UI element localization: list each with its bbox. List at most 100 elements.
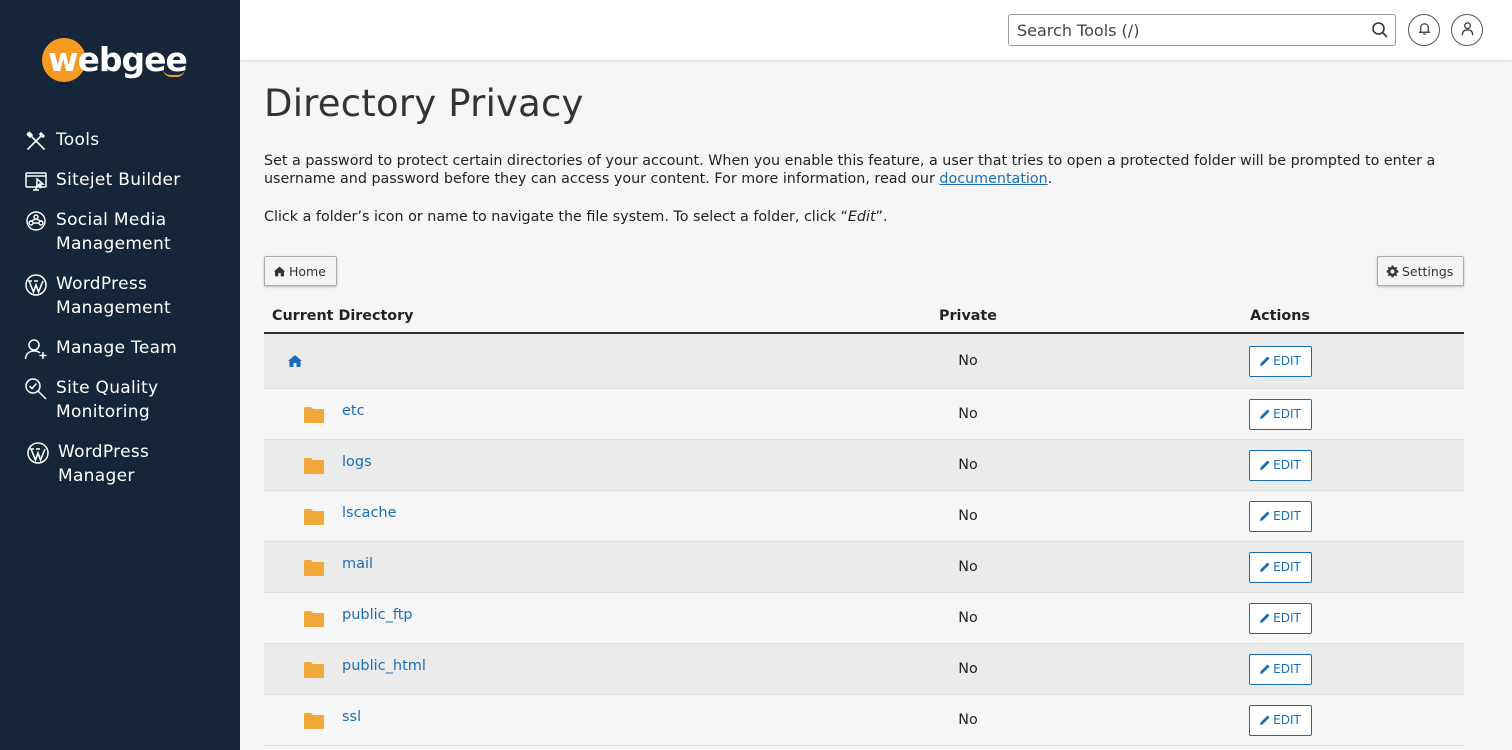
folder-icon[interactable] — [304, 559, 324, 576]
column-header-directory: Current Directory — [272, 308, 414, 324]
directory-link[interactable]: mail — [342, 556, 373, 572]
wordpress-icon — [24, 273, 48, 297]
pencil-icon — [1260, 409, 1270, 419]
search-input[interactable] — [1009, 15, 1349, 45]
edit-button[interactable]: EDIT — [1248, 449, 1312, 481]
folder-icon[interactable] — [304, 508, 324, 525]
edit-button[interactable]: EDIT — [1248, 551, 1312, 583]
navigation-instruction: Click a folder’s icon or name to navigat… — [264, 208, 888, 226]
notifications-button[interactable] — [1408, 14, 1440, 46]
actions-cell: EDIT — [1096, 704, 1464, 736]
directory-link[interactable]: public_ftp — [342, 607, 413, 623]
edit-button[interactable]: EDIT — [1248, 653, 1312, 685]
user-menu-button[interactable] — [1451, 14, 1483, 46]
sidebar-item-site-quality-monitoring[interactable]: Site Quality Monitoring — [0, 376, 240, 440]
description-end: . — [1047, 171, 1053, 187]
edit-button[interactable]: EDIT — [1248, 602, 1312, 634]
sidebar-nav: Tools Sitejet Builder Social Media Manag… — [0, 128, 240, 504]
home-button[interactable]: Home — [264, 256, 337, 286]
private-status: No — [958, 406, 978, 422]
user-icon — [1460, 21, 1475, 40]
edit-button[interactable]: EDIT — [1248, 500, 1312, 532]
directory-table: Current Directory Private Actions No EDI… — [264, 300, 1464, 746]
instruction-edit: Edit — [847, 209, 876, 225]
top-header — [240, 0, 1512, 60]
table-row: lscache No EDIT — [264, 491, 1464, 542]
wordpress-icon — [26, 441, 50, 465]
directory-link[interactable]: public_html — [342, 658, 426, 674]
edit-label: EDIT — [1273, 509, 1301, 523]
folder-icon[interactable] — [304, 610, 324, 627]
edit-button[interactable]: EDIT — [1248, 398, 1312, 430]
sitejet-icon — [24, 169, 48, 193]
edit-button[interactable]: EDIT — [1248, 345, 1312, 377]
directory-cell: ssl — [264, 709, 840, 729]
pencil-icon — [1260, 613, 1270, 623]
pencil-icon — [1260, 460, 1270, 470]
edit-button[interactable]: EDIT — [1248, 704, 1312, 736]
sidebar-item-manage-team[interactable]: Manage Team — [0, 336, 240, 376]
sidebar-item-label: Tools — [56, 130, 100, 150]
instruction-end: ”. — [875, 209, 888, 225]
folder-icon[interactable] — [304, 712, 324, 729]
manage-team-icon — [24, 337, 48, 361]
directory-cell — [264, 353, 840, 369]
edit-label: EDIT — [1273, 560, 1301, 574]
edit-label: EDIT — [1273, 458, 1301, 472]
private-status: No — [958, 353, 978, 369]
sidebar-item-label: WordPress Management — [56, 274, 171, 318]
pencil-icon — [1260, 664, 1270, 674]
actions-cell: EDIT — [1096, 653, 1464, 685]
table-row: logs No EDIT — [264, 440, 1464, 491]
gear-icon — [1386, 265, 1399, 277]
page-description: Set a password to protect certain direct… — [264, 152, 1444, 188]
actions-cell: EDIT — [1096, 500, 1464, 532]
directory-cell: public_ftp — [264, 607, 840, 627]
home-icon — [273, 266, 286, 276]
search-icon[interactable] — [1371, 21, 1389, 39]
settings-button[interactable]: Settings — [1377, 256, 1465, 286]
sidebar-item-tools[interactable]: Tools — [0, 128, 240, 168]
table-row: public_ftp No EDIT — [264, 593, 1464, 644]
folder-icon[interactable] — [304, 661, 324, 678]
folder-icon[interactable] — [304, 457, 324, 474]
social-media-icon — [24, 209, 48, 233]
directory-link[interactable]: ssl — [342, 709, 361, 725]
sidebar-item-wordpress-management[interactable]: WordPress Management — [0, 272, 240, 336]
table-row: public_html No EDIT — [264, 644, 1464, 695]
sidebar-item-label: WordPress Manager — [58, 442, 150, 486]
directory-link[interactable]: logs — [342, 454, 372, 470]
actions-cell: EDIT — [1096, 345, 1464, 377]
edit-label: EDIT — [1273, 713, 1301, 727]
site-quality-icon — [24, 377, 48, 401]
actions-cell: EDIT — [1096, 602, 1464, 634]
home-button-label: Home — [289, 263, 326, 279]
directory-link[interactable]: lscache — [342, 505, 397, 521]
edit-label: EDIT — [1273, 354, 1301, 368]
private-status: No — [958, 559, 978, 575]
table-row: etc No EDIT — [264, 389, 1464, 440]
webgee-logo[interactable]: webgee — [42, 37, 188, 83]
instruction-text: Click a folder’s icon or name to navigat… — [264, 209, 848, 225]
sidebar-item-sitejet-builder[interactable]: Sitejet Builder — [0, 168, 240, 208]
sidebar-item-social-media-management[interactable]: Social Media Management — [0, 208, 240, 272]
directory-cell: lscache — [264, 505, 840, 525]
sidebar-item-label: Sitejet Builder — [56, 170, 181, 190]
bell-icon — [1417, 21, 1432, 40]
actions-cell: EDIT — [1096, 551, 1464, 583]
table-row: ssl No EDIT — [264, 695, 1464, 746]
private-status: No — [958, 457, 978, 473]
private-status: No — [958, 610, 978, 626]
sidebar-item-wordpress-manager[interactable]: WordPress Manager — [0, 440, 240, 504]
pencil-icon — [1260, 511, 1270, 521]
home-icon[interactable] — [287, 353, 303, 369]
sidebar-item-label: Social Media Management — [56, 210, 171, 254]
actions-cell: EDIT — [1096, 398, 1464, 430]
directory-link[interactable]: etc — [342, 403, 365, 419]
documentation-link[interactable]: documentation — [939, 171, 1047, 187]
search-box — [1008, 14, 1396, 46]
directory-cell: logs — [264, 454, 840, 474]
tools-icon — [24, 129, 48, 153]
private-status: No — [958, 712, 978, 728]
folder-icon[interactable] — [304, 406, 324, 423]
